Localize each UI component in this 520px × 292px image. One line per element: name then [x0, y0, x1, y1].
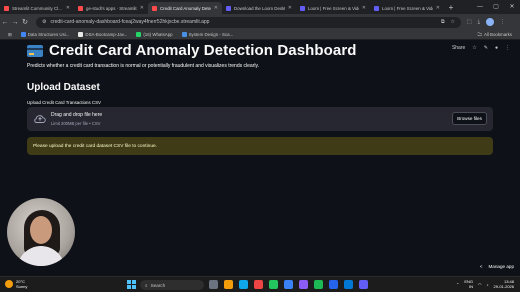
system-tray: ⌃ ENG IN ◠ ♪ 13:48 29-01-2026: [456, 279, 514, 289]
browser-tab[interactable]: Streamlit Community Cl... ✕: [0, 2, 74, 14]
back-icon[interactable]: ←: [0, 19, 10, 26]
tab-favicon: [300, 5, 305, 11]
tab-strip: Streamlit Community Cl... ✕ ge-studi's ap…: [0, 0, 520, 14]
loom-icon[interactable]: [359, 280, 368, 289]
address-bar-row: ← → ↻ ⚙ credit-card-anomaly-dashboard-fc…: [0, 14, 520, 30]
bookmark-favicon: [181, 32, 187, 37]
taskbar-search[interactable]: ⌕ Search: [140, 280, 204, 290]
maximize-button[interactable]: ▢: [488, 0, 504, 14]
tab-favicon: [78, 5, 83, 11]
tab-favicon: [374, 5, 379, 11]
webcam-overlay[interactable]: [7, 198, 75, 266]
wifi-icon[interactable]: ◠: [478, 282, 482, 287]
uploader-label: Upload Credit Card Transactions CSV: [27, 100, 101, 105]
weather-widget[interactable]: 20°C Sunny: [5, 279, 27, 289]
bookmarks-bar: ⊞ Data Structures Usi... DSA-Bootcamp-Ja…: [0, 30, 520, 40]
webcam-face: [30, 216, 52, 244]
tab-favicon: [4, 5, 9, 11]
url-text: credit-card-anomaly-dashboard-fceaj2way4…: [50, 19, 210, 25]
more-menu-icon[interactable]: ⋮: [505, 45, 510, 51]
browser-tab[interactable]: Loom | Free Screen & Vide ✕: [296, 2, 370, 14]
browser-tab-active[interactable]: Credit Card Anomaly Dete ✕: [148, 2, 222, 14]
bookmark-star-icon[interactable]: ☆: [451, 19, 455, 25]
volume-icon[interactable]: ♪: [487, 282, 489, 287]
github-icon[interactable]: ●: [495, 45, 498, 51]
file-explorer-icon[interactable]: [224, 280, 233, 289]
close-icon[interactable]: ✕: [362, 5, 366, 11]
browser-tab[interactable]: Download the Loom Deskt ✕: [222, 2, 296, 14]
downloads-icon[interactable]: ⤓: [478, 19, 480, 25]
page-subtitle: Predicts whether a credit card transacti…: [27, 63, 259, 69]
reload-icon[interactable]: ↻: [20, 18, 30, 26]
window-controls: — ▢ ✕: [472, 0, 520, 14]
manage-app-label: Manage app: [488, 264, 514, 269]
bookmark-item[interactable]: DSA-Bootcamp-Jav...: [78, 32, 127, 37]
edit-icon[interactable]: ✎: [484, 45, 488, 51]
file-dropzone[interactable]: Drag and drop file here Limit 200MB per …: [27, 107, 493, 131]
dropzone-instructions: Drag and drop file here: [51, 112, 103, 118]
task-view-icon[interactable]: [209, 280, 218, 289]
apps-grid-icon[interactable]: ⊞: [8, 32, 12, 38]
profile-avatar[interactable]: [485, 18, 494, 26]
tab-favicon: [152, 5, 157, 11]
all-bookmarks[interactable]: 🗀 All Bookmarks: [478, 31, 520, 39]
vscode-icon[interactable]: [344, 280, 353, 289]
menu-icon[interactable]: ⋮: [500, 19, 505, 25]
close-window-button[interactable]: ✕: [504, 0, 520, 14]
chevron-up-icon[interactable]: ⌃: [456, 282, 459, 287]
chevron-left-icon: <: [479, 264, 483, 269]
bookmark-item[interactable]: (16) WhatsApp: [136, 32, 173, 37]
sun-icon: [5, 280, 13, 288]
close-icon[interactable]: ✕: [140, 5, 144, 11]
taskbar-apps: [209, 280, 368, 289]
bookmark-item[interactable]: System Design - Sca...: [181, 32, 233, 37]
url-field[interactable]: ⚙ credit-card-anomaly-dashboard-fceaj2wa…: [36, 16, 461, 28]
browser-tab[interactable]: ge-studi's apps · Streamlit ✕: [74, 2, 148, 14]
tab-favicon: [226, 5, 231, 11]
credit-card-icon: [27, 44, 43, 57]
clock[interactable]: 13:48 29-01-2026: [494, 279, 514, 289]
opera-icon[interactable]: [254, 280, 263, 289]
manage-app-button[interactable]: < Manage app: [480, 264, 514, 269]
new-tab-button[interactable]: +: [444, 2, 458, 14]
language-indicator[interactable]: ENG IN: [464, 279, 473, 289]
close-icon[interactable]: ✕: [436, 5, 440, 11]
warning-alert: Please upload the credit card dataset CS…: [27, 137, 493, 155]
dropzone-limit: Limit 200MB per file • CSV: [51, 121, 101, 126]
share-button[interactable]: Share: [452, 45, 465, 51]
app-header-toolbar: Share ☆ ✎ ● ⋮: [452, 45, 520, 51]
bookmark-favicon: [78, 32, 84, 37]
streamlit-app: Share ☆ ✎ ● ⋮: [0, 40, 520, 276]
forward-icon[interactable]: →: [10, 19, 20, 26]
spotify-icon[interactable]: [314, 280, 323, 289]
folder-icon: 🗀: [477, 31, 482, 37]
section-heading: Upload Dataset: [27, 82, 100, 93]
bookmark-favicon: [20, 32, 26, 37]
chrome-icon[interactable]: [284, 280, 293, 289]
windows-start-icon[interactable]: [127, 280, 136, 289]
site-info-icon[interactable]: ⚙: [42, 19, 46, 25]
close-icon[interactable]: ✕: [66, 5, 70, 11]
weather-condition: Sunny: [16, 284, 28, 289]
install-app-icon[interactable]: ⧉: [441, 19, 445, 25]
cloud-upload-icon: [34, 115, 46, 123]
bookmark-favicon: [136, 32, 142, 37]
teams-icon[interactable]: [299, 280, 308, 289]
page-title: Credit Card Anomaly Detection Dashboard: [49, 42, 357, 59]
edge-icon[interactable]: [239, 280, 248, 289]
close-icon[interactable]: ✕: [288, 5, 292, 11]
page-title-row: Credit Card Anomaly Detection Dashboard: [27, 42, 357, 59]
extensions-icon[interactable]: ⬚: [467, 19, 472, 25]
word-icon[interactable]: [329, 280, 338, 289]
search-icon: ⌕: [145, 282, 148, 288]
whatsapp-icon[interactable]: [269, 280, 278, 289]
star-icon[interactable]: ☆: [472, 45, 476, 51]
minimize-button[interactable]: —: [472, 0, 488, 14]
browser-tab[interactable]: Loom | Free Screen & Vide ✕: [370, 2, 444, 14]
close-icon[interactable]: ✕: [214, 5, 218, 11]
bookmark-item[interactable]: Data Structures Usi...: [20, 32, 69, 37]
windows-taskbar: 20°C Sunny ⌕ Search ⌃ ENG IN ◠ ♪ 13:48 2…: [0, 276, 520, 292]
browse-files-button[interactable]: Browse files: [452, 112, 487, 125]
